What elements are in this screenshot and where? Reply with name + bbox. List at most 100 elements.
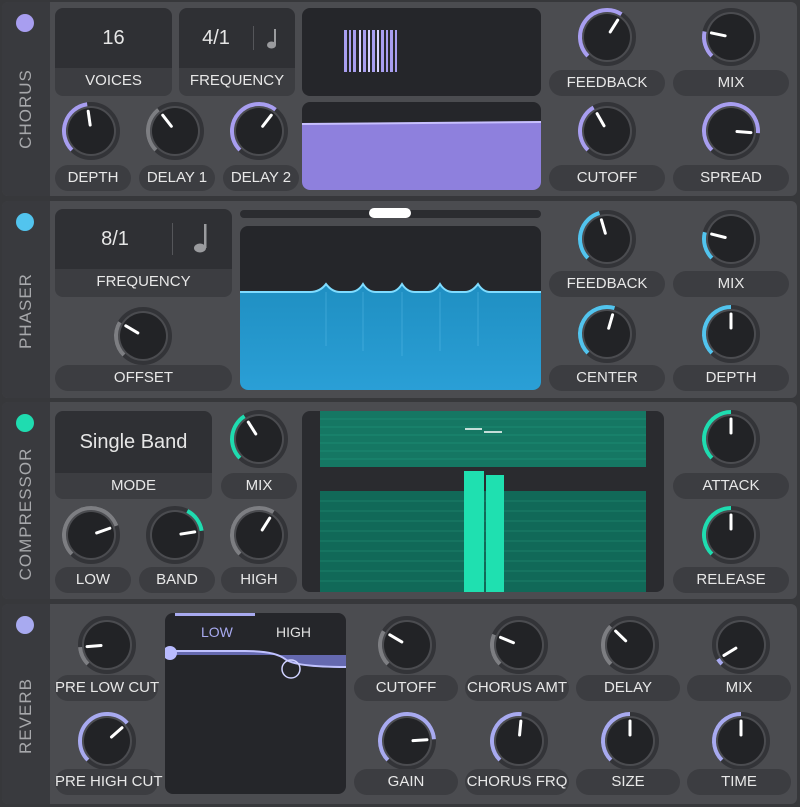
compressor-title: COMPRESSOR	[16, 447, 35, 581]
reverb-cutoff-label: CUTOFF	[354, 675, 458, 701]
phaser-display[interactable]	[240, 226, 541, 390]
compressor-low-label: LOW	[55, 567, 131, 593]
chorus-depth-label: DEPTH	[55, 165, 131, 191]
phaser-mix-label: MIX	[673, 271, 789, 297]
chorus-mix-label: MIX	[673, 70, 789, 96]
compressor-mode-label: MODE	[55, 473, 212, 499]
compressor-mode-value: Single Band	[79, 431, 188, 453]
chorus-enable-toggle[interactable]	[16, 14, 34, 32]
phaser-title: PHASER	[16, 273, 35, 349]
phaser-depth-label: DEPTH	[673, 365, 789, 391]
chorus-voices-display	[302, 8, 541, 96]
knob-indicator	[86, 109, 92, 127]
chorus-filter-display[interactable]	[302, 102, 541, 190]
chorus-frequency-label: FREQUENCY	[179, 68, 295, 96]
compressor-section: COMPRESSOR Single Band MODE MIX LOW BAND…	[2, 402, 797, 599]
phaser-feedback-label: FEEDBACK	[549, 271, 665, 297]
chorus-cutoff-label: CUTOFF	[549, 165, 665, 191]
compressor-mode-field[interactable]: Single Band	[55, 411, 212, 473]
chorus-delay2-label: DELAY 2	[223, 165, 299, 191]
reverb-time-label: TIME	[687, 769, 791, 795]
reverb-delay-label: DELAY	[576, 675, 680, 701]
phaser-enable-toggle[interactable]	[16, 213, 34, 231]
reverb-chorus-frq-knob[interactable]	[488, 710, 550, 772]
chorus-frequency-value: 4/1	[202, 27, 230, 49]
knob-value-arc	[716, 658, 724, 666]
chorus-title: CHORUS	[16, 69, 35, 149]
reverb-gain-knob[interactable]	[376, 710, 438, 772]
knob-indicator	[85, 643, 103, 649]
compressor-display[interactable]	[302, 411, 664, 592]
knob-indicator	[735, 129, 753, 135]
music-note-icon[interactable]	[265, 28, 279, 50]
phaser-depth-knob[interactable]	[700, 303, 762, 365]
chorus-delay1-label: DELAY 1	[139, 165, 215, 191]
reverb-pre-low-cut-label: PRE LOW CUT	[55, 675, 159, 701]
reverb-pre-high-cut-knob[interactable]	[76, 710, 138, 772]
compressor-attack-label: ATTACK	[673, 473, 789, 499]
reverb-mix-knob[interactable]	[710, 614, 772, 676]
chorus-filter-response	[302, 121, 541, 190]
reverb-eq-display[interactable]: LOW HIGH	[165, 613, 346, 794]
reverb-size-knob[interactable]	[599, 710, 661, 772]
chorus-depth-knob[interactable]	[60, 100, 122, 162]
knob-indicator	[518, 719, 523, 737]
reverb-delay-knob[interactable]	[599, 614, 661, 676]
compressor-mix-label: MIX	[221, 473, 297, 499]
chorus-voice-lines	[344, 30, 397, 72]
chorus-delay1-knob[interactable]	[144, 100, 206, 162]
chorus-voices-field[interactable]: 16	[55, 8, 172, 68]
reverb-gain-label: GAIN	[354, 769, 458, 795]
chorus-cutoff-knob[interactable]	[576, 100, 638, 162]
phaser-center-label: CENTER	[549, 365, 665, 391]
phaser-frequency-field[interactable]: 8/1	[55, 209, 232, 269]
knob-indicator	[411, 738, 429, 743]
reverb-pre-low-cut-knob[interactable]	[76, 614, 138, 676]
compressor-release-label: RELEASE	[673, 567, 789, 593]
chorus-feedback-knob[interactable]	[576, 6, 638, 68]
reverb-chorus-amt-label: CHORUS AMT	[465, 675, 569, 701]
compressor-enable-toggle[interactable]	[16, 414, 34, 432]
phaser-offset-knob[interactable]	[112, 305, 174, 367]
chorus-spread-knob[interactable]	[700, 100, 762, 162]
reverb-size-label: SIZE	[576, 769, 680, 795]
compressor-low-knob[interactable]	[60, 504, 122, 566]
phaser-frequency-value: 8/1	[101, 228, 129, 250]
reverb-time-knob[interactable]	[710, 710, 772, 772]
chorus-frequency-divider	[253, 26, 254, 50]
reverb-chorus-frq-label: CHORUS FRQ	[465, 769, 569, 795]
compressor-high-label: HIGH	[221, 567, 297, 593]
phaser-offset-label: OFFSET	[55, 365, 232, 391]
reverb-section: REVERB PRE LOW CUT PRE HIGH CUT LOW HIGH…	[2, 604, 797, 804]
chorus-delay2-knob[interactable]	[228, 100, 290, 162]
reverb-title: REVERB	[16, 678, 35, 754]
compressor-band-knob[interactable]	[144, 504, 206, 566]
phaser-feedback-knob[interactable]	[576, 208, 638, 270]
compressor-release-knob[interactable]	[700, 504, 762, 566]
chorus-frequency-field[interactable]: 4/1	[179, 8, 295, 68]
reverb-cutoff-knob[interactable]	[376, 614, 438, 676]
chorus-section: CHORUS 16 VOICES 4/1 FREQUENCY DEPTH DEL…	[2, 2, 797, 196]
chorus-voices-value: 16	[102, 27, 125, 49]
reverb-enable-toggle[interactable]	[16, 616, 34, 634]
chorus-voices-label: VOICES	[55, 68, 172, 96]
reverb-eq-curve	[165, 646, 346, 679]
chorus-feedback-label: FEEDBACK	[549, 70, 665, 96]
phaser-scroll-handle[interactable]	[369, 208, 411, 218]
reverb-chorus-amt-knob[interactable]	[488, 614, 550, 676]
phaser-mix-knob[interactable]	[700, 208, 762, 270]
phaser-frequency-divider	[172, 223, 173, 255]
phaser-response	[240, 282, 541, 390]
phaser-center-knob[interactable]	[576, 303, 638, 365]
chorus-spread-label: SPREAD	[673, 165, 789, 191]
phaser-frequency-label: FREQUENCY	[55, 269, 232, 297]
compressor-mix-knob[interactable]	[228, 408, 290, 470]
chorus-mix-knob[interactable]	[700, 6, 762, 68]
music-note-icon[interactable]	[192, 223, 210, 255]
compressor-band-label: BAND	[139, 567, 215, 593]
reverb-pre-high-cut-label: PRE HIGH CUT	[55, 769, 163, 795]
compressor-attack-knob[interactable]	[700, 408, 762, 470]
compressor-bands	[320, 411, 646, 592]
reverb-mix-label: MIX	[687, 675, 791, 701]
compressor-high-knob[interactable]	[228, 504, 290, 566]
